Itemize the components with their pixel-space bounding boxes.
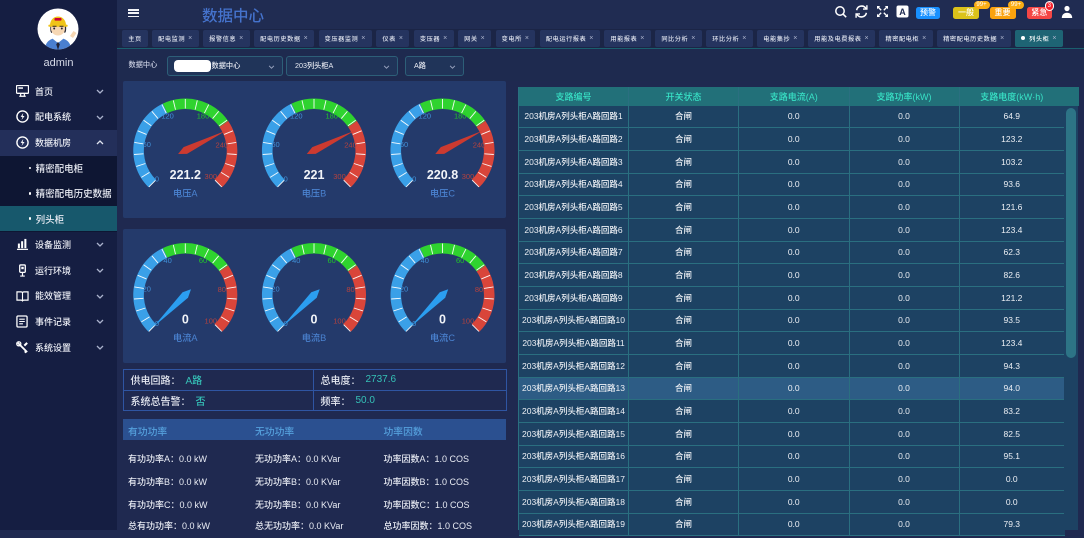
- svg-text:100: 100: [204, 316, 217, 325]
- svg-text:221.2: 221.2: [169, 168, 200, 182]
- svg-text:80: 80: [346, 285, 354, 294]
- svg-text:40: 40: [163, 256, 171, 265]
- svg-text:20: 20: [271, 284, 279, 293]
- svg-text:电压C: 电压C: [429, 188, 454, 199]
- svg-text:80: 80: [217, 285, 225, 294]
- svg-text:电流B: 电流B: [301, 332, 326, 343]
- svg-text:0: 0: [439, 312, 446, 326]
- svg-text:100: 100: [333, 316, 346, 325]
- svg-text:20: 20: [142, 284, 150, 293]
- svg-text:0: 0: [181, 312, 188, 326]
- svg-text:120: 120: [418, 112, 431, 121]
- svg-text:60: 60: [327, 256, 335, 265]
- svg-text:电流C: 电流C: [429, 332, 454, 343]
- svg-text:80: 80: [474, 285, 482, 294]
- svg-text:电压B: 电压B: [301, 188, 326, 199]
- svg-text:0: 0: [412, 175, 416, 184]
- svg-text:60: 60: [399, 140, 407, 149]
- svg-text:40: 40: [292, 256, 300, 265]
- svg-text:240: 240: [472, 141, 485, 150]
- svg-text:A: A: [899, 7, 906, 17]
- svg-text:电流A: 电流A: [173, 332, 198, 343]
- svg-text:300: 300: [461, 172, 474, 181]
- svg-text:60: 60: [271, 140, 279, 149]
- svg-text:100: 100: [461, 316, 474, 325]
- svg-text:180: 180: [453, 112, 466, 121]
- svg-text:电压A: 电压A: [173, 188, 198, 199]
- svg-text:220.8: 220.8: [426, 168, 457, 182]
- svg-text:180: 180: [325, 112, 338, 121]
- svg-text:120: 120: [290, 112, 303, 121]
- svg-text:20: 20: [399, 284, 407, 293]
- svg-text:120: 120: [161, 112, 174, 121]
- svg-text:221: 221: [303, 168, 324, 182]
- svg-text:180: 180: [196, 112, 209, 121]
- svg-text:300: 300: [333, 172, 346, 181]
- svg-text:40: 40: [420, 256, 428, 265]
- svg-text:0: 0: [310, 312, 317, 326]
- svg-text:60: 60: [142, 140, 150, 149]
- svg-text:60: 60: [456, 256, 464, 265]
- svg-text:300: 300: [204, 172, 217, 181]
- svg-text:0: 0: [154, 175, 158, 184]
- svg-text:240: 240: [215, 141, 228, 150]
- svg-text:240: 240: [344, 141, 357, 150]
- svg-text:60: 60: [198, 256, 206, 265]
- svg-text:0: 0: [283, 175, 287, 184]
